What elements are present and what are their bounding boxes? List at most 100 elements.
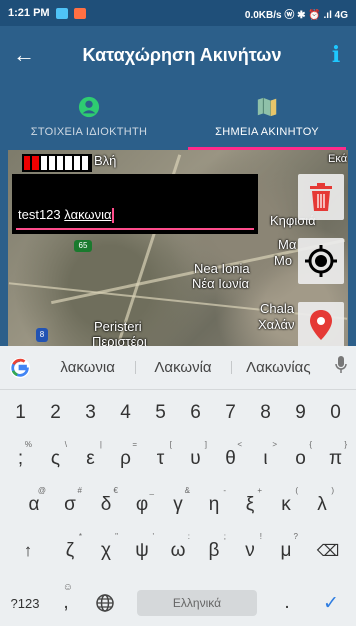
key-label: 7 xyxy=(225,402,236,423)
backspace-key[interactable]: ⌫ xyxy=(304,528,352,574)
delete-button[interactable] xyxy=(298,174,344,220)
key[interactable]: λ) xyxy=(304,482,340,528)
suggestion[interactable]: Λακωνία xyxy=(135,359,230,376)
key-label: 1 xyxy=(15,402,26,423)
key[interactable]: 5 xyxy=(143,390,178,436)
key[interactable]: ε | xyxy=(73,436,108,482)
key[interactable]: τ[ xyxy=(143,436,178,482)
comma-key[interactable]: , ☺ xyxy=(49,580,83,626)
key[interactable]: γ & xyxy=(160,482,196,528)
key-hint: { xyxy=(309,440,312,449)
key-hint: - xyxy=(223,486,226,495)
key[interactable]: 9 xyxy=(283,390,318,436)
map-label: Nea Ionia xyxy=(194,261,250,276)
key-hint: ( xyxy=(295,486,298,495)
my-location-button[interactable] xyxy=(298,238,344,284)
key[interactable]: ζ * xyxy=(52,528,88,574)
key-hint: # xyxy=(77,486,82,495)
tab-owner-details[interactable]: ΣΤΟΙΧΕΙΑ ΙΔΙΟΚΤΗΤΗ xyxy=(0,84,178,150)
key-hint: | xyxy=(99,440,102,449)
key-hint: ; xyxy=(223,532,226,541)
key-hint: [ xyxy=(169,440,172,449)
key[interactable]: ω: xyxy=(160,528,196,574)
map-label: Μα xyxy=(278,237,297,252)
key-label: ω xyxy=(170,540,186,561)
back-arrow-icon[interactable]: ← xyxy=(0,26,48,84)
key-label: γ xyxy=(173,494,183,515)
key[interactable]: β; xyxy=(196,528,232,574)
tab-bar: ΣΤΟΙΧΕΙΑ ΙΔΙΟΚΤΗΤΗ ΣΗΜΕΙΑ ΑΚΙΝΗΤΟΥ xyxy=(0,84,356,150)
add-marker-button[interactable] xyxy=(298,302,344,348)
key-hint: } xyxy=(344,440,347,449)
key-label: τ xyxy=(156,448,165,469)
key-label: ν xyxy=(245,540,255,561)
app-toolbar: ← Καταχώρηση Ακινήτων i xyxy=(0,26,356,84)
key-label: ζ xyxy=(65,540,75,561)
keyboard-row-2: α @ σ # δ € φ _ γ & η - ξ + κ(λ) xyxy=(0,482,356,528)
status-indicators: 0.0KB/s ⓦ ✱ ⏰ .ıl 4G xyxy=(244,9,348,21)
key-label: χ xyxy=(101,540,111,561)
key-hint: " xyxy=(115,532,118,541)
key-label: 0 xyxy=(330,402,341,423)
key[interactable]: π} xyxy=(318,436,353,482)
key[interactable]: 3 xyxy=(73,390,108,436)
key[interactable]: 1 xyxy=(3,390,38,436)
space-key[interactable]: Ελληνικά xyxy=(127,580,267,626)
period-key[interactable]: . xyxy=(267,580,307,626)
key[interactable]: 4 xyxy=(108,390,143,436)
key[interactable]: α @ xyxy=(16,482,52,528)
shift-key[interactable]: ↑ xyxy=(4,528,52,574)
key[interactable]: δ € xyxy=(88,482,124,528)
key[interactable]: η- xyxy=(196,482,232,528)
tab-label: ΣΤΟΙΧΕΙΑ ΙΔΙΟΚΤΗΤΗ xyxy=(30,126,148,138)
microphone-icon[interactable] xyxy=(326,356,356,379)
key[interactable]: 6 xyxy=(178,390,213,436)
key[interactable]: ;% xyxy=(3,436,38,482)
property-name-input[interactable]: test123 λακωνια xyxy=(18,204,254,228)
key[interactable]: ξ + xyxy=(232,482,268,528)
google-g-icon[interactable] xyxy=(0,346,40,390)
key-hint: \ xyxy=(64,440,67,449)
keyboard-row-3: ↑ ζ * χ " ψ ' ω: β; ν! μ? ⌫ xyxy=(0,528,356,574)
key[interactable]: υ] xyxy=(178,436,213,482)
key-label: 4 xyxy=(120,402,131,423)
input-text: test123 xyxy=(18,207,65,222)
suggestion[interactable]: Λακωνίας xyxy=(230,359,326,376)
keyboard-bottom-row: ?123 , ☺ Ελληνικά . ✓ xyxy=(0,580,356,626)
highway-shield: 65 xyxy=(74,240,92,252)
key[interactable]: ι > xyxy=(248,436,283,482)
key[interactable]: θ < xyxy=(213,436,248,482)
key[interactable]: ν! xyxy=(232,528,268,574)
enter-key[interactable]: ✓ xyxy=(307,580,355,626)
key-hint: ) xyxy=(331,486,334,495)
key[interactable]: ο{ xyxy=(283,436,318,482)
keyboard-suggestion-strip: λακωνια Λακωνία Λακωνίας xyxy=(0,346,356,390)
language-key[interactable] xyxy=(83,580,127,626)
info-icon[interactable]: i xyxy=(316,42,356,68)
key[interactable]: μ? xyxy=(268,528,304,574)
key[interactable]: χ " xyxy=(88,528,124,574)
key-label: σ xyxy=(64,494,76,515)
key[interactable]: φ _ xyxy=(124,482,160,528)
key-label: υ xyxy=(190,448,201,469)
map-label: Βλή xyxy=(94,153,117,168)
key[interactable]: ρ = xyxy=(108,436,143,482)
space-key-label: Ελληνικά xyxy=(137,590,257,616)
symbols-key[interactable]: ?123 xyxy=(1,580,49,626)
key[interactable]: ψ ' xyxy=(124,528,160,574)
tab-label: ΣΗΜΕΙΑ ΑΚΙΝΗΤΟΥ xyxy=(215,126,319,138)
key[interactable]: 8 xyxy=(248,390,283,436)
key[interactable]: σ # xyxy=(52,482,88,528)
key-label: 2 xyxy=(50,402,61,423)
key[interactable]: 2 xyxy=(38,390,73,436)
soft-keyboard: 1234567890 ;% ς \ ε | ρ = τ[υ] θ < ι > ο{π} α @ σ # δ € φ _… xyxy=(0,390,356,626)
key-label: 9 xyxy=(295,402,306,423)
key[interactable]: 0 xyxy=(318,390,353,436)
text-caret xyxy=(112,208,115,224)
suggestion[interactable]: λακωνια xyxy=(40,359,135,376)
key-label: ψ xyxy=(135,540,149,561)
key[interactable]: 7 xyxy=(213,390,248,436)
tab-property-points[interactable]: ΣΗΜΕΙΑ ΑΚΙΝΗΤΟΥ xyxy=(178,84,356,150)
key[interactable]: ς \ xyxy=(38,436,73,482)
key[interactable]: κ( xyxy=(268,482,304,528)
